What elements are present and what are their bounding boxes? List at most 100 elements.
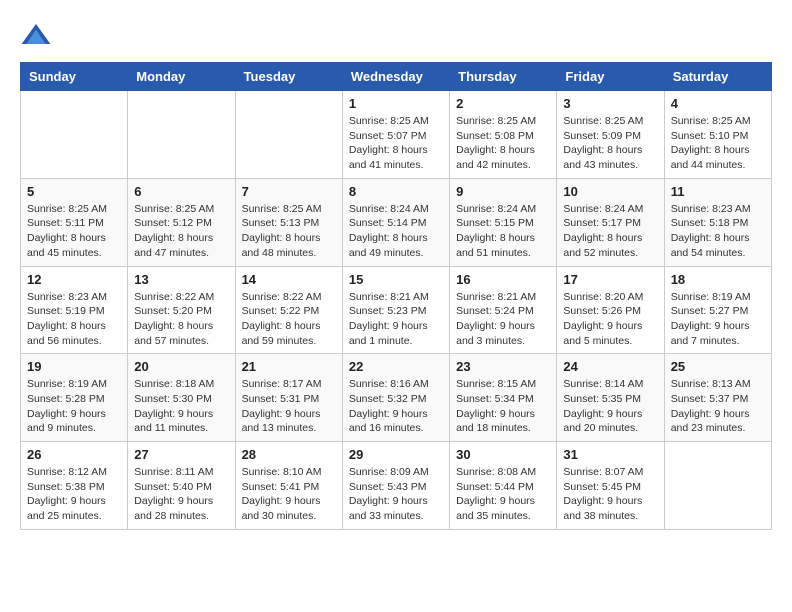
day-number: 8 [349,184,443,199]
day-info: Sunrise: 8:14 AMSunset: 5:35 PMDaylight:… [563,377,657,436]
day-number: 5 [27,184,121,199]
calendar-cell: 9 Sunrise: 8:24 AMSunset: 5:15 PMDaylight… [450,178,557,266]
day-number: 6 [134,184,228,199]
day-number: 21 [242,359,336,374]
page-header [20,20,772,52]
calendar-cell: 19 Sunrise: 8:19 AMSunset: 5:28 PMDayligh… [21,354,128,442]
day-number: 29 [349,447,443,462]
day-number: 9 [456,184,550,199]
calendar-cell [21,91,128,179]
day-info: Sunrise: 8:17 AMSunset: 5:31 PMDaylight:… [242,377,336,436]
calendar-cell: 13 Sunrise: 8:22 AMSunset: 5:20 PMDayligh… [128,266,235,354]
calendar-week-row: 19 Sunrise: 8:19 AMSunset: 5:28 PMDayligh… [21,354,772,442]
day-info: Sunrise: 8:20 AMSunset: 5:26 PMDaylight:… [563,290,657,349]
day-number: 16 [456,272,550,287]
calendar-cell: 27 Sunrise: 8:11 AMSunset: 5:40 PMDayligh… [128,442,235,530]
day-info: Sunrise: 8:21 AMSunset: 5:24 PMDaylight:… [456,290,550,349]
weekday-header: Wednesday [342,63,449,91]
day-info: Sunrise: 8:19 AMSunset: 5:27 PMDaylight:… [671,290,765,349]
day-info: Sunrise: 8:08 AMSunset: 5:44 PMDaylight:… [456,465,550,524]
day-number: 2 [456,96,550,111]
calendar-cell: 1 Sunrise: 8:25 AMSunset: 5:07 PMDaylight… [342,91,449,179]
calendar-cell: 29Sunrise: 8:09 AMSunset: 5:43 PMDayligh… [342,442,449,530]
calendar-cell: 14 Sunrise: 8:22 AMSunset: 5:22 PMDayligh… [235,266,342,354]
day-info: Sunrise: 8:07 AMSunset: 5:45 PMDaylight:… [563,465,657,524]
calendar-week-row: 1 Sunrise: 8:25 AMSunset: 5:07 PMDaylight… [21,91,772,179]
calendar-cell [128,91,235,179]
calendar-cell: 18Sunrise: 8:19 AMSunset: 5:27 PMDayligh… [664,266,771,354]
calendar-cell: 15 Sunrise: 8:21 AMSunset: 5:23 PMDayligh… [342,266,449,354]
day-info: Sunrise: 8:13 AMSunset: 5:37 PMDaylight:… [671,377,765,436]
day-number: 13 [134,272,228,287]
logo [20,20,58,52]
calendar-cell: 12 Sunrise: 8:23 AMSunset: 5:19 PMDayligh… [21,266,128,354]
day-number: 19 [27,359,121,374]
calendar-cell: 28 Sunrise: 8:10 AMSunset: 5:41 PMDayligh… [235,442,342,530]
day-info: Sunrise: 8:22 AMSunset: 5:20 PMDaylight:… [134,290,228,349]
calendar-cell: 25 Sunrise: 8:13 AMSunset: 5:37 PMDayligh… [664,354,771,442]
calendar-cell: 11 Sunrise: 8:23 AMSunset: 5:18 PMDayligh… [664,178,771,266]
day-info: Sunrise: 8:24 AMSunset: 5:17 PMDaylight:… [563,202,657,261]
calendar-cell [664,442,771,530]
calendar-cell: 26 Sunrise: 8:12 AMSunset: 5:38 PMDayligh… [21,442,128,530]
day-number: 12 [27,272,121,287]
weekday-header: Monday [128,63,235,91]
day-number: 22 [349,359,443,374]
day-number: 28 [242,447,336,462]
day-info: Sunrise: 8:23 AMSunset: 5:19 PMDaylight:… [27,290,121,349]
calendar-cell: 7 Sunrise: 8:25 AMSunset: 5:13 PMDaylight… [235,178,342,266]
weekday-header: Thursday [450,63,557,91]
day-info: Sunrise: 8:21 AMSunset: 5:23 PMDaylight:… [349,290,443,349]
day-info: Sunrise: 8:12 AMSunset: 5:38 PMDaylight:… [27,465,121,524]
calendar-cell: 6 Sunrise: 8:25 AMSunset: 5:12 PMDaylight… [128,178,235,266]
calendar-cell: 8 Sunrise: 8:24 AMSunset: 5:14 PMDaylight… [342,178,449,266]
calendar-cell: 10Sunrise: 8:24 AMSunset: 5:17 PMDayligh… [557,178,664,266]
calendar-cell: 31Sunrise: 8:07 AMSunset: 5:45 PMDayligh… [557,442,664,530]
day-number: 26 [27,447,121,462]
day-number: 15 [349,272,443,287]
calendar-header-row: SundayMondayTuesdayWednesdayThursdayFrid… [21,63,772,91]
calendar-cell: 3 Sunrise: 8:25 AMSunset: 5:09 PMDaylight… [557,91,664,179]
calendar-cell: 17 Sunrise: 8:20 AMSunset: 5:26 PMDayligh… [557,266,664,354]
day-info: Sunrise: 8:25 AMSunset: 5:12 PMDaylight:… [134,202,228,261]
day-info: Sunrise: 8:23 AMSunset: 5:18 PMDaylight:… [671,202,765,261]
day-info: Sunrise: 8:10 AMSunset: 5:41 PMDaylight:… [242,465,336,524]
day-number: 4 [671,96,765,111]
day-info: Sunrise: 8:22 AMSunset: 5:22 PMDaylight:… [242,290,336,349]
day-number: 7 [242,184,336,199]
day-info: Sunrise: 8:25 AMSunset: 5:10 PMDaylight:… [671,114,765,173]
day-number: 17 [563,272,657,287]
day-info: Sunrise: 8:11 AMSunset: 5:40 PMDaylight:… [134,465,228,524]
day-number: 11 [671,184,765,199]
calendar: SundayMondayTuesdayWednesdayThursdayFrid… [20,62,772,530]
day-number: 24 [563,359,657,374]
day-number: 20 [134,359,228,374]
day-number: 14 [242,272,336,287]
weekday-header: Saturday [664,63,771,91]
calendar-week-row: 26 Sunrise: 8:12 AMSunset: 5:38 PMDayligh… [21,442,772,530]
day-number: 1 [349,96,443,111]
day-number: 30 [456,447,550,462]
calendar-cell [235,91,342,179]
calendar-cell: 22 Sunrise: 8:16 AMSunset: 5:32 PMDayligh… [342,354,449,442]
day-info: Sunrise: 8:16 AMSunset: 5:32 PMDaylight:… [349,377,443,436]
day-info: Sunrise: 8:19 AMSunset: 5:28 PMDaylight:… [27,377,121,436]
calendar-week-row: 12 Sunrise: 8:23 AMSunset: 5:19 PMDayligh… [21,266,772,354]
day-info: Sunrise: 8:15 AMSunset: 5:34 PMDaylight:… [456,377,550,436]
weekday-header: Friday [557,63,664,91]
day-info: Sunrise: 8:25 AMSunset: 5:07 PMDaylight:… [349,114,443,173]
calendar-cell: 24 Sunrise: 8:14 AMSunset: 5:35 PMDayligh… [557,354,664,442]
calendar-cell: 4 Sunrise: 8:25 AMSunset: 5:10 PMDaylight… [664,91,771,179]
day-info: Sunrise: 8:25 AMSunset: 5:09 PMDaylight:… [563,114,657,173]
day-info: Sunrise: 8:24 AMSunset: 5:15 PMDaylight:… [456,202,550,261]
calendar-cell: 2 Sunrise: 8:25 AMSunset: 5:08 PMDaylight… [450,91,557,179]
calendar-cell: 30 Sunrise: 8:08 AMSunset: 5:44 PMDayligh… [450,442,557,530]
day-number: 25 [671,359,765,374]
day-info: Sunrise: 8:25 AMSunset: 5:08 PMDaylight:… [456,114,550,173]
day-info: Sunrise: 8:24 AMSunset: 5:14 PMDaylight:… [349,202,443,261]
day-number: 27 [134,447,228,462]
day-number: 3 [563,96,657,111]
day-info: Sunrise: 8:18 AMSunset: 5:30 PMDaylight:… [134,377,228,436]
day-info: Sunrise: 8:25 AMSunset: 5:13 PMDaylight:… [242,202,336,261]
logo-icon [20,20,52,52]
